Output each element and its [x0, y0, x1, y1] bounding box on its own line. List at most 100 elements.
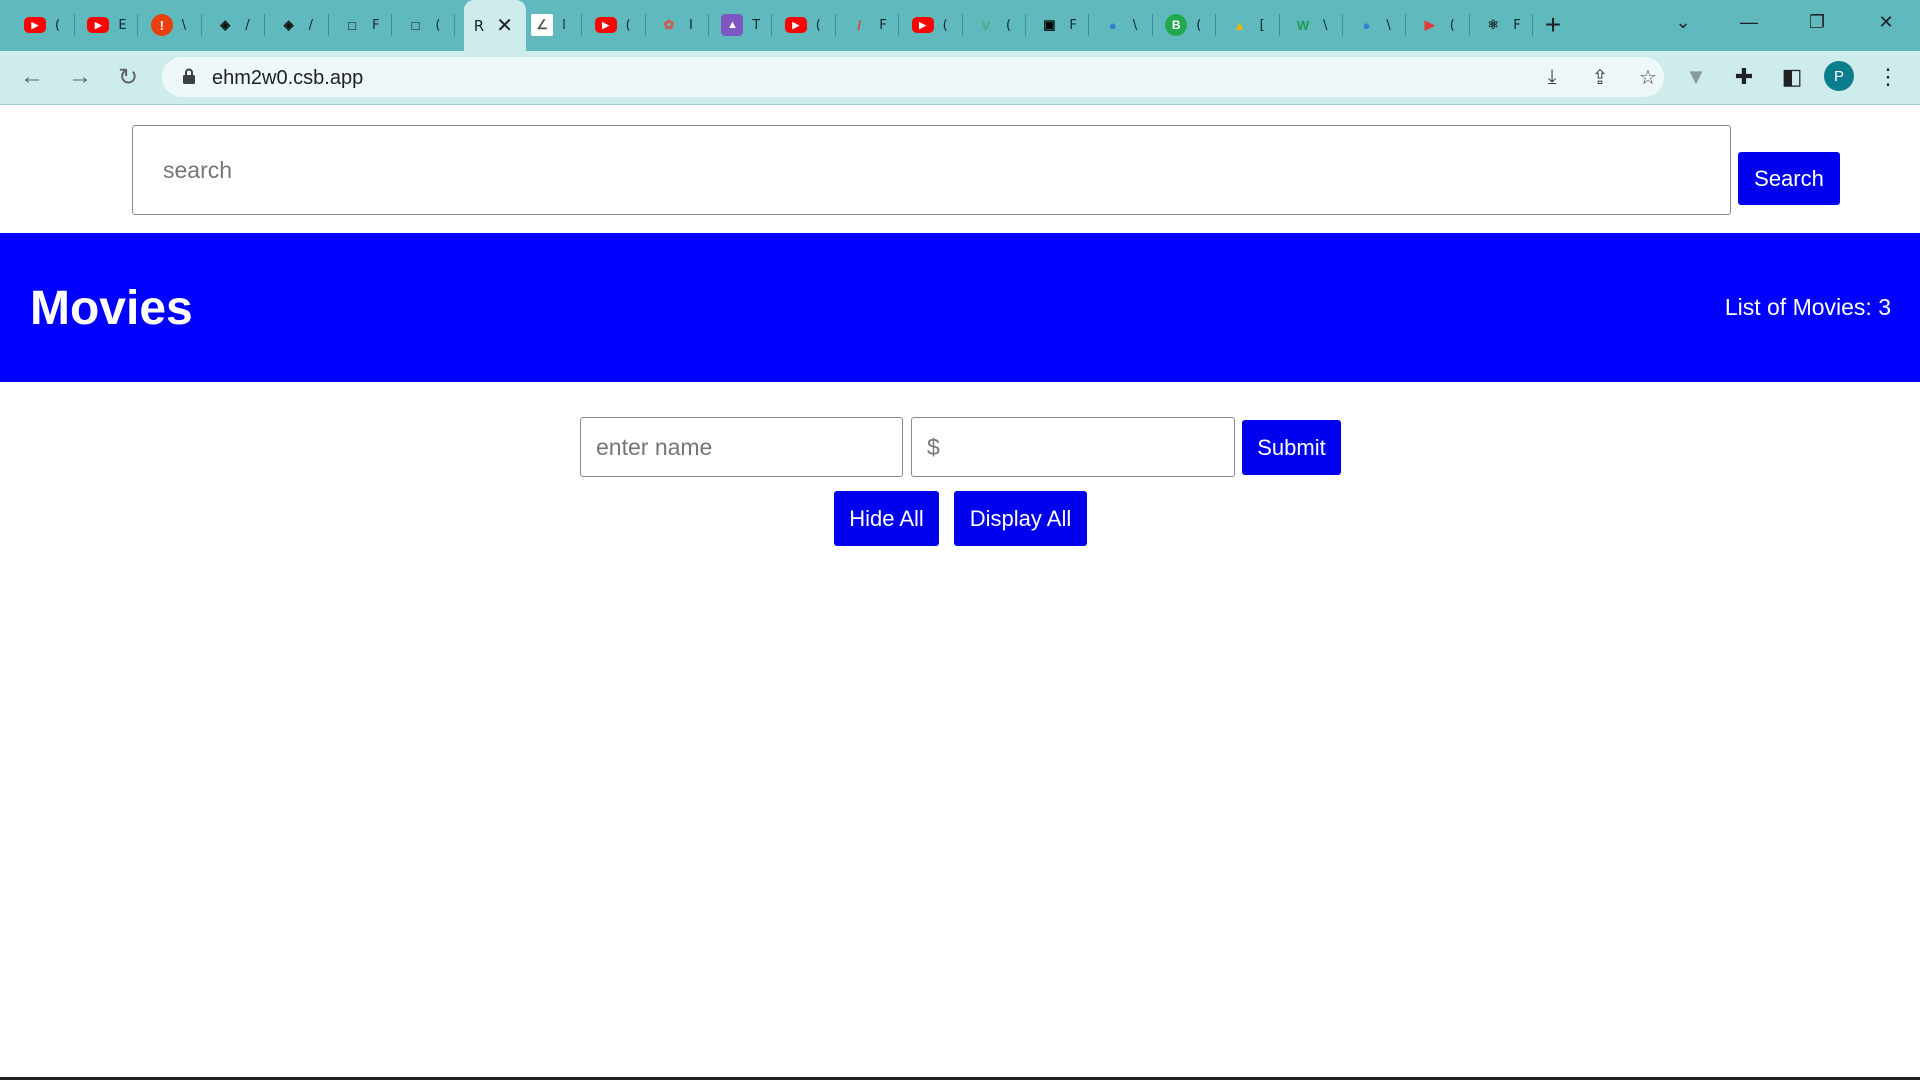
tab-title: F — [1069, 17, 1077, 33]
tab-title: ( — [625, 17, 631, 33]
tab-separator — [1342, 14, 1343, 36]
browser-tab[interactable]: ∠ l — [531, 8, 570, 42]
rocket-icon: ▲ — [721, 14, 744, 36]
youtube-icon: ▶ — [87, 17, 110, 33]
bookmark-star-icon[interactable]: ☆ — [1632, 61, 1664, 93]
extensions-puzzle-icon[interactable]: ✚ — [1726, 59, 1762, 95]
browser-tab[interactable]: ▶ E — [87, 8, 126, 42]
tab-separator — [1532, 14, 1534, 36]
tab-title: F — [1513, 17, 1521, 33]
tab-separator — [137, 14, 139, 36]
vue-icon: V — [981, 17, 991, 33]
tab-title: \ — [181, 17, 187, 33]
share-icon[interactable]: ⇪ — [1584, 61, 1616, 93]
tab-title: ( — [1006, 17, 1012, 33]
movie-price-input[interactable] — [911, 417, 1235, 477]
tab-separator — [391, 14, 392, 36]
pen-icon: / — [857, 17, 861, 33]
browser-tab[interactable]: ◈ / — [278, 8, 317, 42]
page-title: Movies — [30, 282, 193, 335]
browser-tab[interactable]: ▶( — [784, 8, 824, 42]
search-input[interactable] — [132, 125, 1731, 215]
browser-tab[interactable]: ▶( — [1419, 8, 1458, 42]
browser-tab[interactable]: / F — [848, 8, 887, 42]
browser-tab[interactable]: ▲ T — [721, 8, 760, 42]
browser-tab[interactable]: ! \ — [150, 8, 190, 42]
browser-tab[interactable]: ▣ F — [1038, 8, 1077, 42]
tab-search-icon[interactable]: ⌄ — [1665, 6, 1701, 38]
tab-separator — [264, 14, 266, 36]
menu-kebab-icon[interactable]: ⋮ — [1870, 59, 1906, 95]
alert-icon: ! — [150, 14, 173, 36]
profile-avatar[interactable]: P — [1824, 61, 1854, 91]
submit-button[interactable]: Submit — [1242, 420, 1341, 475]
search-button[interactable]: Search — [1738, 152, 1840, 205]
address-bar[interactable]: ehm2w0.csb.app ⤓ ⇪ ☆ — [162, 57, 1664, 97]
square-icon: ▣ — [1043, 17, 1056, 32]
tab-separator — [708, 14, 709, 36]
tab-title: l — [562, 17, 566, 33]
tab-title: \ — [1132, 17, 1138, 33]
movie-count-label: List of Movies: — [1724, 294, 1872, 320]
globe-icon: ● — [1108, 17, 1117, 33]
close-tab-icon[interactable]: ✕ — [496, 13, 513, 38]
close-window-icon[interactable]: ✕ — [1868, 6, 1904, 38]
tab-title: F — [372, 17, 380, 33]
page-icon: ∠ — [531, 14, 554, 36]
tab-separator — [1278, 14, 1280, 36]
reload-icon[interactable]: ↻ — [110, 59, 146, 95]
tab-separator — [1025, 14, 1026, 36]
youtube-icon: ▶ — [784, 17, 807, 33]
tab-title: ( — [942, 17, 948, 33]
tab-title: / — [308, 17, 313, 33]
back-icon[interactable]: ← — [14, 59, 50, 95]
codepen-icon: ◈ — [220, 17, 231, 32]
display-all-button[interactable]: Display All — [954, 491, 1087, 546]
square-icon: □ — [348, 17, 356, 33]
tab-title: / — [245, 17, 250, 33]
browser-tab[interactable]: B( — [1165, 8, 1204, 42]
browser-tab[interactable]: ● \ — [1102, 8, 1141, 42]
browser-tab[interactable]: ⚛ F — [1482, 8, 1521, 42]
active-browser-tab[interactable]: R ✕ — [463, 0, 526, 51]
tab-title: R — [473, 16, 485, 35]
tab-separator — [834, 14, 836, 36]
forward-icon[interactable]: → — [62, 59, 98, 95]
movie-name-input[interactable] — [580, 417, 903, 477]
browser-tab[interactable]: ▶( — [24, 8, 63, 42]
tab-separator — [200, 14, 202, 36]
tab-separator — [898, 14, 900, 36]
flag-icon: ▶ — [1424, 17, 1435, 32]
browser-tab[interactable]: ● \ — [1355, 8, 1394, 42]
tab-title: I — [689, 17, 693, 33]
url-text[interactable]: ehm2w0.csb.app — [212, 67, 363, 90]
browser-tab[interactable]: ◈ / — [214, 8, 253, 42]
browser-tab[interactable]: W \ — [1292, 8, 1331, 42]
minimize-icon[interactable]: — — [1731, 6, 1767, 38]
browser-tab[interactable]: ✿ I — [658, 8, 697, 42]
browser-tab[interactable]: V( — [975, 8, 1014, 42]
restore-icon[interactable]: ❐ — [1799, 6, 1835, 38]
browser-tab[interactable]: □ F — [341, 8, 380, 42]
tab-title: \ — [1386, 17, 1391, 33]
youtube-icon: ▶ — [594, 17, 617, 33]
movies-banner: Movies List of Movies: 3 — [0, 233, 1920, 382]
movie-count: List of Movies: 3 — [1725, 294, 1891, 321]
tab-title: E — [118, 17, 127, 33]
browser-tab[interactable]: □( — [404, 8, 443, 42]
side-panel-icon[interactable]: ◧ — [1774, 59, 1810, 95]
browser-tab[interactable]: ▶( — [594, 8, 634, 42]
tab-title: F — [879, 17, 887, 33]
tab-separator — [1088, 14, 1090, 36]
new-tab-button[interactable]: + — [1538, 8, 1568, 42]
youtube-icon: ▶ — [24, 17, 46, 33]
browser-tab[interactable]: ▶( — [911, 8, 951, 42]
tab-title: ( — [1196, 17, 1202, 33]
browser-tab[interactable]: ▲[ — [1229, 8, 1268, 42]
extension-v-icon[interactable]: ▼ — [1678, 59, 1714, 95]
b-icon: B — [1165, 14, 1188, 36]
tab-title: T — [752, 17, 761, 33]
page-content: Search Movies List of Movies: 3 Submit H… — [0, 106, 1920, 1080]
install-app-icon[interactable]: ⤓ — [1536, 61, 1568, 93]
hide-all-button[interactable]: Hide All — [834, 491, 939, 546]
